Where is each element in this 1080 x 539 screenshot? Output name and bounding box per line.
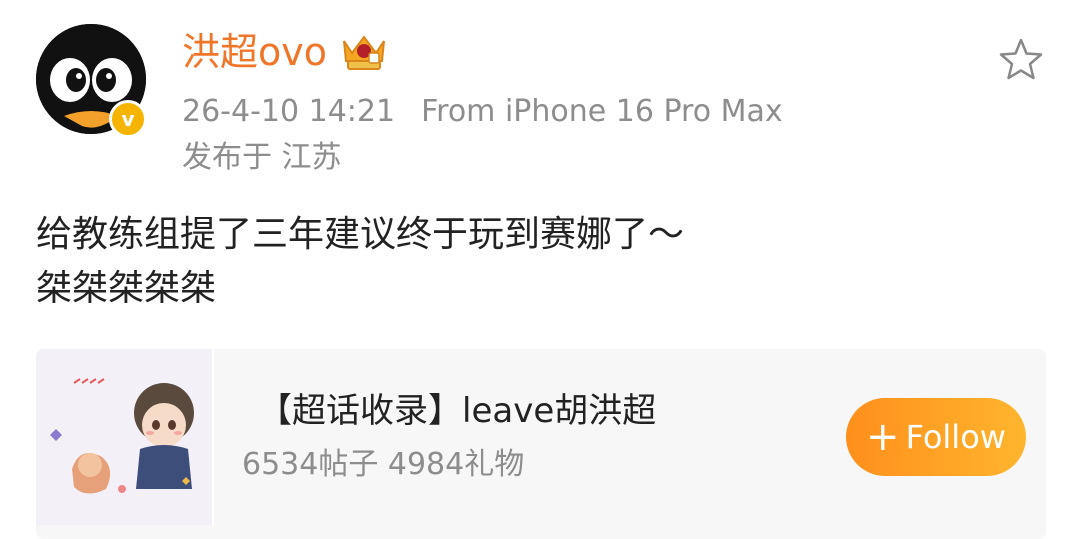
follow-button[interactable]: + Follow xyxy=(846,398,1026,476)
post-text-line: 桀桀桀桀桀 xyxy=(36,268,217,309)
crown-badge-icon[interactable] xyxy=(338,31,390,73)
post-location: 发布于 江苏 xyxy=(182,140,342,175)
star-icon[interactable] xyxy=(997,36,1045,84)
post-device: From iPhone 16 Pro Max xyxy=(421,94,783,129)
plus-icon: + xyxy=(866,414,900,460)
post-datetime: 26-4-10 14:21 xyxy=(182,94,396,129)
username[interactable]: 洪超ovo xyxy=(182,26,327,78)
supertopic-card[interactable]: 【超话收录】leave胡洪超 6534帖子 4984礼物 + Follow xyxy=(36,349,1046,539)
supertopic-thumbnail xyxy=(36,349,214,525)
post-text: 给教练组提了三年建议终于玩到赛娜了～ 桀桀桀桀桀 xyxy=(36,208,1046,316)
follow-label: Follow xyxy=(905,418,1006,456)
post-text-line: 给教练组提了三年建议终于玩到赛娜了～ xyxy=(36,214,685,255)
supertopic-stats: 6534帖子 4984礼物 xyxy=(242,447,525,482)
chibi-illustration-icon xyxy=(36,349,212,525)
post-meta: 26-4-10 14:21 From iPhone 16 Pro Max xyxy=(182,92,783,132)
supertopic-title[interactable]: 【超话收录】leave胡洪超 xyxy=(258,387,656,435)
verified-icon: v xyxy=(109,100,147,138)
